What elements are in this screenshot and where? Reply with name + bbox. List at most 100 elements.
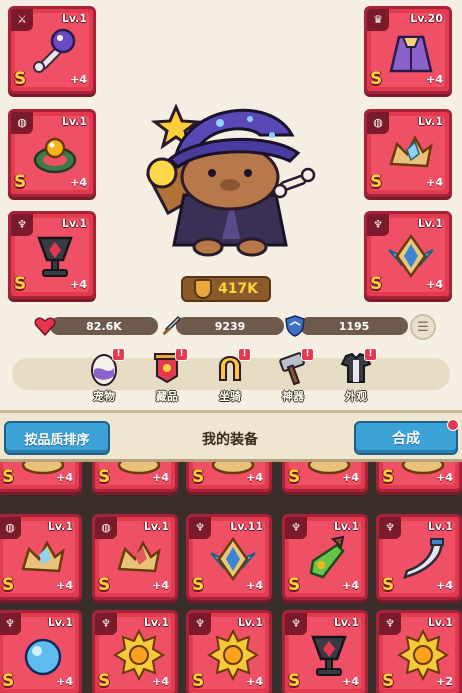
necklace-icon — [210, 536, 256, 582]
equip-slot-ring[interactable]: ◍ Lv.1 S +4 — [8, 109, 96, 197]
slot-grade: S — [14, 274, 27, 294]
slot-level: Lv.1 — [61, 217, 87, 230]
slot-grade: S — [382, 467, 395, 487]
slot-grade: S — [2, 671, 15, 691]
bag-slot[interactable]: ♆ Lv.1 S +4 — [92, 610, 178, 693]
sword-icon — [162, 315, 182, 336]
slot-plus: +4 — [436, 471, 453, 484]
slot-level: Lv.1 — [61, 12, 87, 25]
bag-slot[interactable]: S +4 — [282, 462, 368, 492]
equip-slot-crown[interactable]: ◍ Lv.1 S +4 — [364, 109, 452, 197]
bag-slot[interactable]: ♆ Lv.1 S +2 — [376, 610, 462, 693]
scepter-icon — [33, 28, 76, 73]
slot-grade: S — [370, 172, 383, 192]
bag-slot[interactable]: S +4 — [92, 462, 178, 492]
bag-slot[interactable]: ♆ Lv.1 S +4 — [282, 610, 368, 693]
trophy-icon — [311, 635, 347, 676]
slot-level: Lv.1 — [143, 520, 169, 533]
notification-badge: ! — [364, 348, 377, 361]
stat-hp: 82.6K — [34, 316, 158, 337]
bag-slot[interactable]: ♆ Lv.1 S +4 — [0, 610, 82, 693]
slot-plus: +4 — [70, 278, 87, 291]
slot-grade: S — [370, 274, 383, 294]
slot-plus: +4 — [246, 675, 263, 688]
slot-plus: +4 — [246, 579, 263, 592]
ring-icon — [33, 137, 77, 174]
notification-dot — [447, 419, 459, 431]
bag-slot[interactable]: ♆ Lv.1 S +4 — [282, 514, 368, 600]
slot-level: Lv.1 — [333, 616, 359, 629]
bag-slot[interactable]: ♆ Lv.1 S +4 — [376, 514, 462, 600]
sort-by-quality-button[interactable]: 按品质排序 — [4, 421, 110, 455]
equip-slot-weapon[interactable]: ⚔ Lv.1 S +4 — [8, 6, 96, 94]
notification-badge: ! — [238, 348, 251, 361]
slot-level: Lv.1 — [47, 616, 73, 629]
slot-level: Lv.1 — [61, 115, 87, 128]
slot-grade: S — [382, 671, 395, 691]
attack-value: 9239 — [176, 317, 284, 335]
defense-value: 1195 — [300, 317, 408, 335]
equip-slot-trophy[interactable]: ♆ Lv.1 S +4 — [8, 211, 96, 299]
hero-panel: ⚔ Lv.1 S +4 ◍ Lv.1 S +4 ♆ Lv.1 S +4 ♛ Lv… — [0, 0, 462, 410]
slot-grade: S — [192, 575, 205, 595]
equip-slot-necklace[interactable]: ♆ Lv.1 S +4 — [364, 211, 452, 299]
slot-plus: +4 — [436, 579, 453, 592]
slot-plus: +4 — [342, 675, 359, 688]
bag-slot[interactable]: S +4 — [186, 462, 272, 492]
slot-grade: S — [98, 671, 111, 691]
slot-grade: S — [98, 467, 111, 487]
defense-shield-icon — [285, 315, 305, 337]
slot-grade: S — [288, 575, 301, 595]
slot-plus: +4 — [152, 675, 169, 688]
feature-pet[interactable]: ! 宠物 — [79, 348, 129, 404]
bag-slot[interactable]: ♆ Lv.11 S +4 — [186, 514, 272, 600]
notification-badge: ! — [112, 348, 125, 361]
feature-label: 神器 — [282, 390, 304, 403]
feature-collection[interactable]: ! 藏品 — [142, 348, 192, 404]
slot-grade: S — [192, 467, 205, 487]
slot-plus: +4 — [426, 176, 443, 189]
feature-artifact[interactable]: ! 神器 — [268, 348, 318, 404]
slot-level: Lv.11 — [230, 520, 263, 533]
feature-label: 外观 — [345, 390, 367, 403]
trophy-icon — [37, 236, 73, 277]
slot-plus: +4 — [56, 675, 73, 688]
slot-plus: +2 — [436, 675, 453, 688]
slot-grade: S — [382, 575, 395, 595]
slot-plus: +4 — [70, 176, 87, 189]
bag-slot[interactable]: ◍ Lv.1 S +4 — [0, 514, 82, 600]
equip-slot-armor[interactable]: ♛ Lv.20 S +4 — [364, 6, 452, 94]
my-equipment-title: 我的装备 — [202, 432, 258, 448]
slot-level: Lv.1 — [417, 217, 443, 230]
slot-grade: S — [98, 575, 111, 595]
sun-medal-icon — [397, 629, 449, 681]
equipment-bag-header: 按品质排序 我的装备 合成 — [0, 410, 462, 462]
notification-badge: ! — [301, 348, 314, 361]
bag-slot[interactable]: ♆ Lv.1 S +4 — [186, 610, 272, 693]
heart-icon — [34, 317, 56, 337]
slot-plus: +4 — [426, 73, 443, 86]
slot-plus: +4 — [70, 73, 87, 86]
crown-icon — [389, 135, 433, 168]
bag-slot[interactable]: S +4 — [0, 462, 82, 492]
feature-mount[interactable]: ! 坐骑 — [205, 348, 255, 404]
horn-icon — [403, 538, 444, 579]
feature-outfit[interactable]: ! 外观 — [331, 348, 381, 404]
slot-grade: S — [370, 69, 383, 89]
slot-plus: +4 — [426, 278, 443, 291]
merge-button[interactable]: 合成 — [354, 419, 459, 455]
slot-level: Lv.1 — [143, 616, 169, 629]
feature-label: 坐骑 — [219, 390, 241, 403]
notes-icon: ☰ — [417, 319, 429, 335]
bag-slot[interactable]: S +4 — [376, 462, 462, 492]
bag-slot[interactable]: ◍ Lv.1 S +4 — [92, 514, 178, 600]
combat-power-value: 417K — [217, 281, 259, 297]
hp-value: 82.6K — [50, 317, 158, 335]
stat-attack: 9239 — [160, 315, 284, 336]
slot-plus: +4 — [246, 471, 263, 484]
sun-medal-icon — [113, 629, 165, 681]
slot-plus: +4 — [342, 471, 359, 484]
slot-plus: +4 — [152, 579, 169, 592]
merge-label: 合成 — [392, 431, 420, 447]
attribute-details-button[interactable]: ☰ — [410, 314, 436, 340]
